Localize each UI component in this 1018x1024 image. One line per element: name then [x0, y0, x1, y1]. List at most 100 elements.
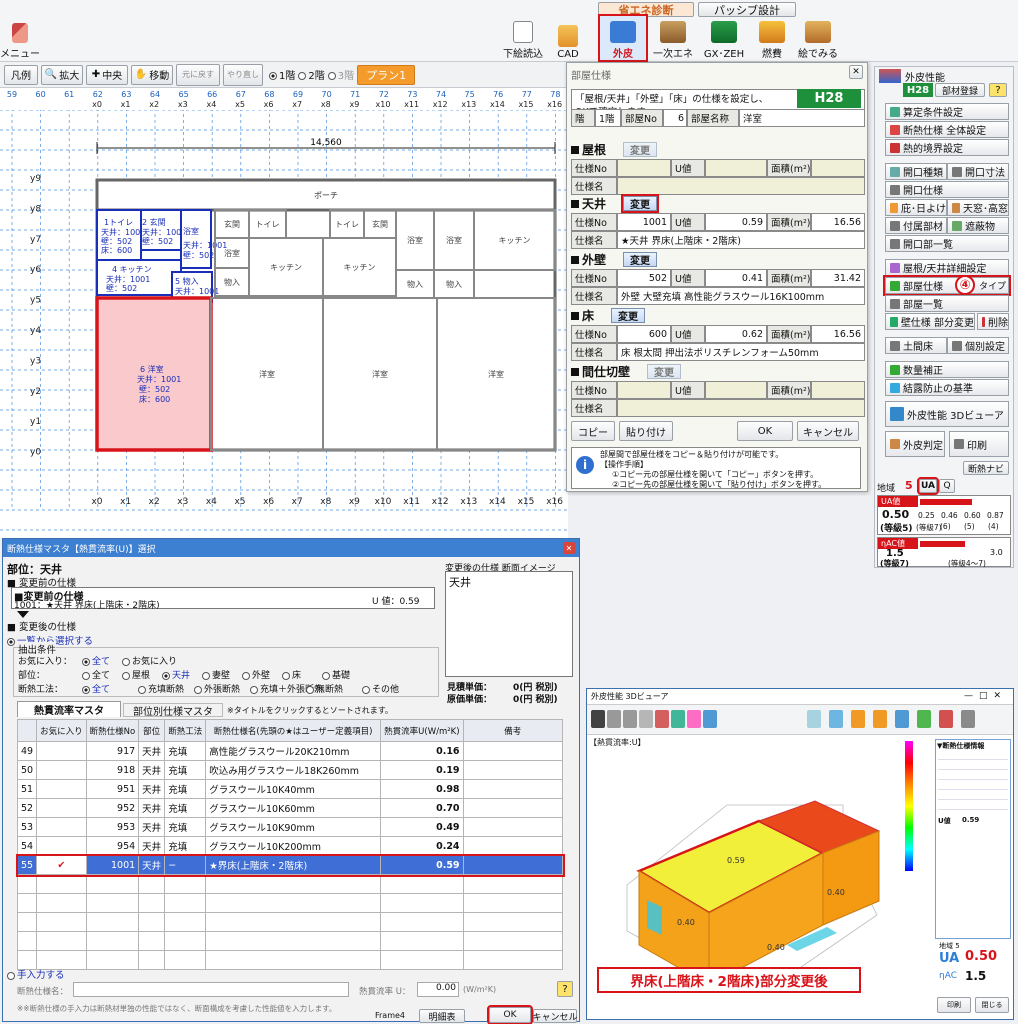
details-button[interactable]: 明細表 — [419, 1009, 465, 1023]
part-radio[interactable]: 基礎 — [322, 668, 350, 681]
method-radio[interactable]: その他 — [362, 682, 399, 695]
tab-part-master[interactable]: 部位別仕様マスタ — [123, 703, 223, 718]
viewer-tool-icon[interactable] — [807, 710, 821, 728]
partition-change-button[interactable]: 変更 — [647, 364, 682, 379]
method-radio[interactable]: 充填断熱 — [138, 682, 184, 695]
viewer-tool-icon[interactable] — [623, 710, 637, 728]
table-row[interactable]: 53 953 天井 充填 グラスウール10K90mm 0.49 — [16, 817, 564, 837]
favorite-checkbox[interactable] — [36, 741, 87, 761]
table-row[interactable]: 54 954 天井 充填 グラスウール10K200mm 0.24 — [16, 836, 564, 856]
floor-plan-canvas[interactable]: 59 60 61 62 63 64 65 66 67 68 69 70 71 72 73 74 75 76 77 78… — [0, 88, 568, 538]
center-button[interactable]: ✚ 中央 — [86, 64, 128, 85]
cancel-button[interactable]: キャンセル — [533, 1009, 578, 1023]
method-radio[interactable]: 全て — [82, 682, 110, 695]
column-header[interactable] — [16, 719, 38, 742]
part-register-button[interactable]: 部材登録 — [935, 83, 985, 97]
side-item-19[interactable]: 結露防止の基準 — [885, 379, 1009, 396]
u-value-input[interactable]: 0.00 — [417, 982, 459, 997]
plan-select-button[interactable]: プラン1 — [357, 64, 416, 85]
table-row[interactable]: 52 952 天井 充填 グラスウール10K60mm 0.70 — [16, 798, 564, 818]
favorite-checkbox[interactable] — [36, 779, 87, 799]
copy-button[interactable]: コピー — [571, 421, 615, 441]
gx-zeh-button[interactable]: GX･ZEH — [700, 16, 748, 60]
viewer-tool-icon[interactable] — [961, 710, 975, 728]
ua-tab-button[interactable]: UA — [917, 477, 939, 495]
picture-view-button[interactable]: 絵でみる — [794, 16, 842, 60]
floor-3-radio[interactable]: 3階 — [327, 67, 354, 82]
viewer-close-button[interactable]: 閉じる — [975, 997, 1009, 1013]
side-item-18[interactable]: 数量補正 — [885, 361, 1009, 378]
part-radio[interactable]: 床 — [282, 668, 301, 681]
viewer-tool-icon[interactable] — [655, 710, 669, 728]
viewer-tool-icon[interactable] — [873, 710, 887, 728]
viewer-tool-icon[interactable] — [939, 710, 953, 728]
insulation-navi-button[interactable]: 断熱ナビ — [963, 461, 1009, 475]
tab-energy-diagnosis[interactable]: 省エネ診断 — [598, 2, 694, 17]
menu-button[interactable]: メニュー — [0, 16, 40, 60]
part-radio[interactable]: 外壁 — [242, 668, 270, 681]
side-item-3[interactable]: 開口種類 — [885, 163, 947, 180]
viewer-tool-icon[interactable] — [917, 710, 931, 728]
part-radio[interactable]: 妻壁 — [202, 668, 230, 681]
envelope-judge-button[interactable]: 外皮判定 — [885, 431, 945, 457]
side-item-0[interactable]: 算定条件設定 — [885, 103, 1009, 120]
side-item-17[interactable]: 個別設定 — [947, 337, 1009, 354]
favorite-radio[interactable]: 全て — [82, 654, 110, 667]
viewer-print-button[interactable]: 印刷 — [937, 997, 971, 1013]
primary-energy-button[interactable]: 一次エネ — [650, 16, 696, 60]
favorite-checkbox[interactable] — [36, 836, 87, 856]
undo-button[interactable]: 元に戻す — [176, 63, 220, 86]
cancel-button[interactable]: キャンセル — [797, 421, 859, 441]
viewer-tool-icon[interactable] — [671, 710, 685, 728]
side-item-13[interactable]: 部屋一覧 — [885, 295, 1009, 312]
viewer-tool-icon[interactable] — [895, 710, 909, 728]
ok-button[interactable]: OK — [737, 421, 793, 441]
wall-change-button[interactable]: 変更 — [623, 252, 658, 267]
side-item-5[interactable]: 開口仕様 — [885, 181, 1009, 198]
method-radio[interactable]: 外張断熱 — [194, 682, 240, 695]
side-item-9[interactable]: 遮蔽物 — [947, 217, 1009, 234]
tab-u-master[interactable]: 熱貫流率マスタ — [17, 701, 121, 717]
part-radio[interactable]: 屋根 — [122, 668, 150, 681]
q-tab-button[interactable]: Q — [939, 479, 955, 493]
column-header[interactable]: 断熱工法 — [164, 719, 207, 742]
floor-2-radio[interactable]: 2階 — [298, 67, 325, 82]
envelope-button[interactable]: 外皮 — [598, 14, 648, 62]
side-item-7[interactable]: 天窓･高窓 — [947, 199, 1009, 216]
viewer-tool-icon[interactable] — [687, 710, 701, 728]
side-item-15[interactable]: 削除 — [977, 313, 1009, 330]
floor_sec-change-button[interactable]: 変更 — [611, 308, 646, 323]
help-icon[interactable]: ? — [989, 83, 1007, 97]
viewer-tool-icon[interactable] — [829, 710, 843, 728]
tab-passive-design[interactable]: パッシブ設計 — [698, 2, 796, 17]
side-item-4[interactable]: 開口寸法 — [947, 163, 1009, 180]
column-header[interactable]: 断熱仕様No — [85, 719, 140, 742]
side-item-2[interactable]: 熱的境界設定 — [885, 139, 1009, 156]
zoom-in-button[interactable]: 🔍 拡大 — [41, 64, 83, 85]
close-icon[interactable]: ✕ — [563, 542, 575, 554]
help-icon[interactable]: ? — [557, 981, 573, 997]
favorite-checkbox[interactable]: ✔ — [36, 855, 87, 875]
redo-button[interactable]: やり直し — [223, 63, 263, 86]
floor-1-radio[interactable]: 1階 — [269, 67, 295, 82]
side-item-6[interactable]: 庇･日よけ — [885, 199, 947, 216]
column-header[interactable]: 断熱仕様名(先頭の★はユーザー定義項目) — [205, 719, 382, 742]
ceiling-change-button[interactable]: 変更 — [621, 194, 660, 213]
method-radio[interactable]: 無断熱 — [306, 682, 343, 695]
table-row[interactable]: 51 951 天井 充填 グラスウール10K40mm 0.98 — [16, 779, 564, 799]
favorite-checkbox[interactable] — [36, 798, 87, 818]
viewer-tool-icon[interactable] — [607, 710, 621, 728]
close-icon[interactable]: ✕ — [849, 65, 863, 79]
room-name-field[interactable]: 洋室 — [739, 109, 865, 127]
side-item-16[interactable]: 土間床 — [885, 337, 947, 354]
column-header[interactable]: 熱貫流率U(W/m²K) — [380, 719, 464, 742]
room-western-6-selected[interactable] — [95, 296, 213, 452]
legend-button[interactable]: 凡例 — [4, 64, 38, 85]
spec-name-input[interactable] — [73, 982, 349, 997]
print-button[interactable]: 印刷 — [949, 431, 1009, 457]
viewer-tool-icon[interactable] — [591, 710, 605, 728]
side-item-11[interactable]: 屋根/天井詳細設定 — [885, 259, 1009, 276]
manual-input-radio[interactable]: 手入力する — [7, 967, 65, 981]
part-radio[interactable]: 天井 — [162, 668, 190, 681]
viewer-tool-icon[interactable] — [703, 710, 717, 728]
